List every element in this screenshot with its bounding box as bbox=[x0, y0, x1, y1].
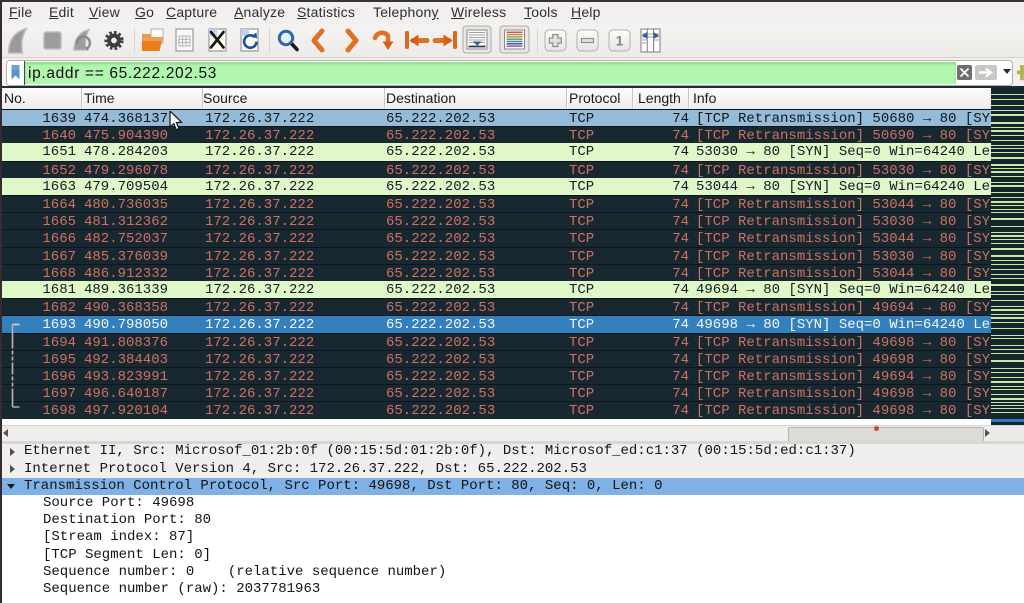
svg-text:1: 1 bbox=[616, 34, 624, 49]
